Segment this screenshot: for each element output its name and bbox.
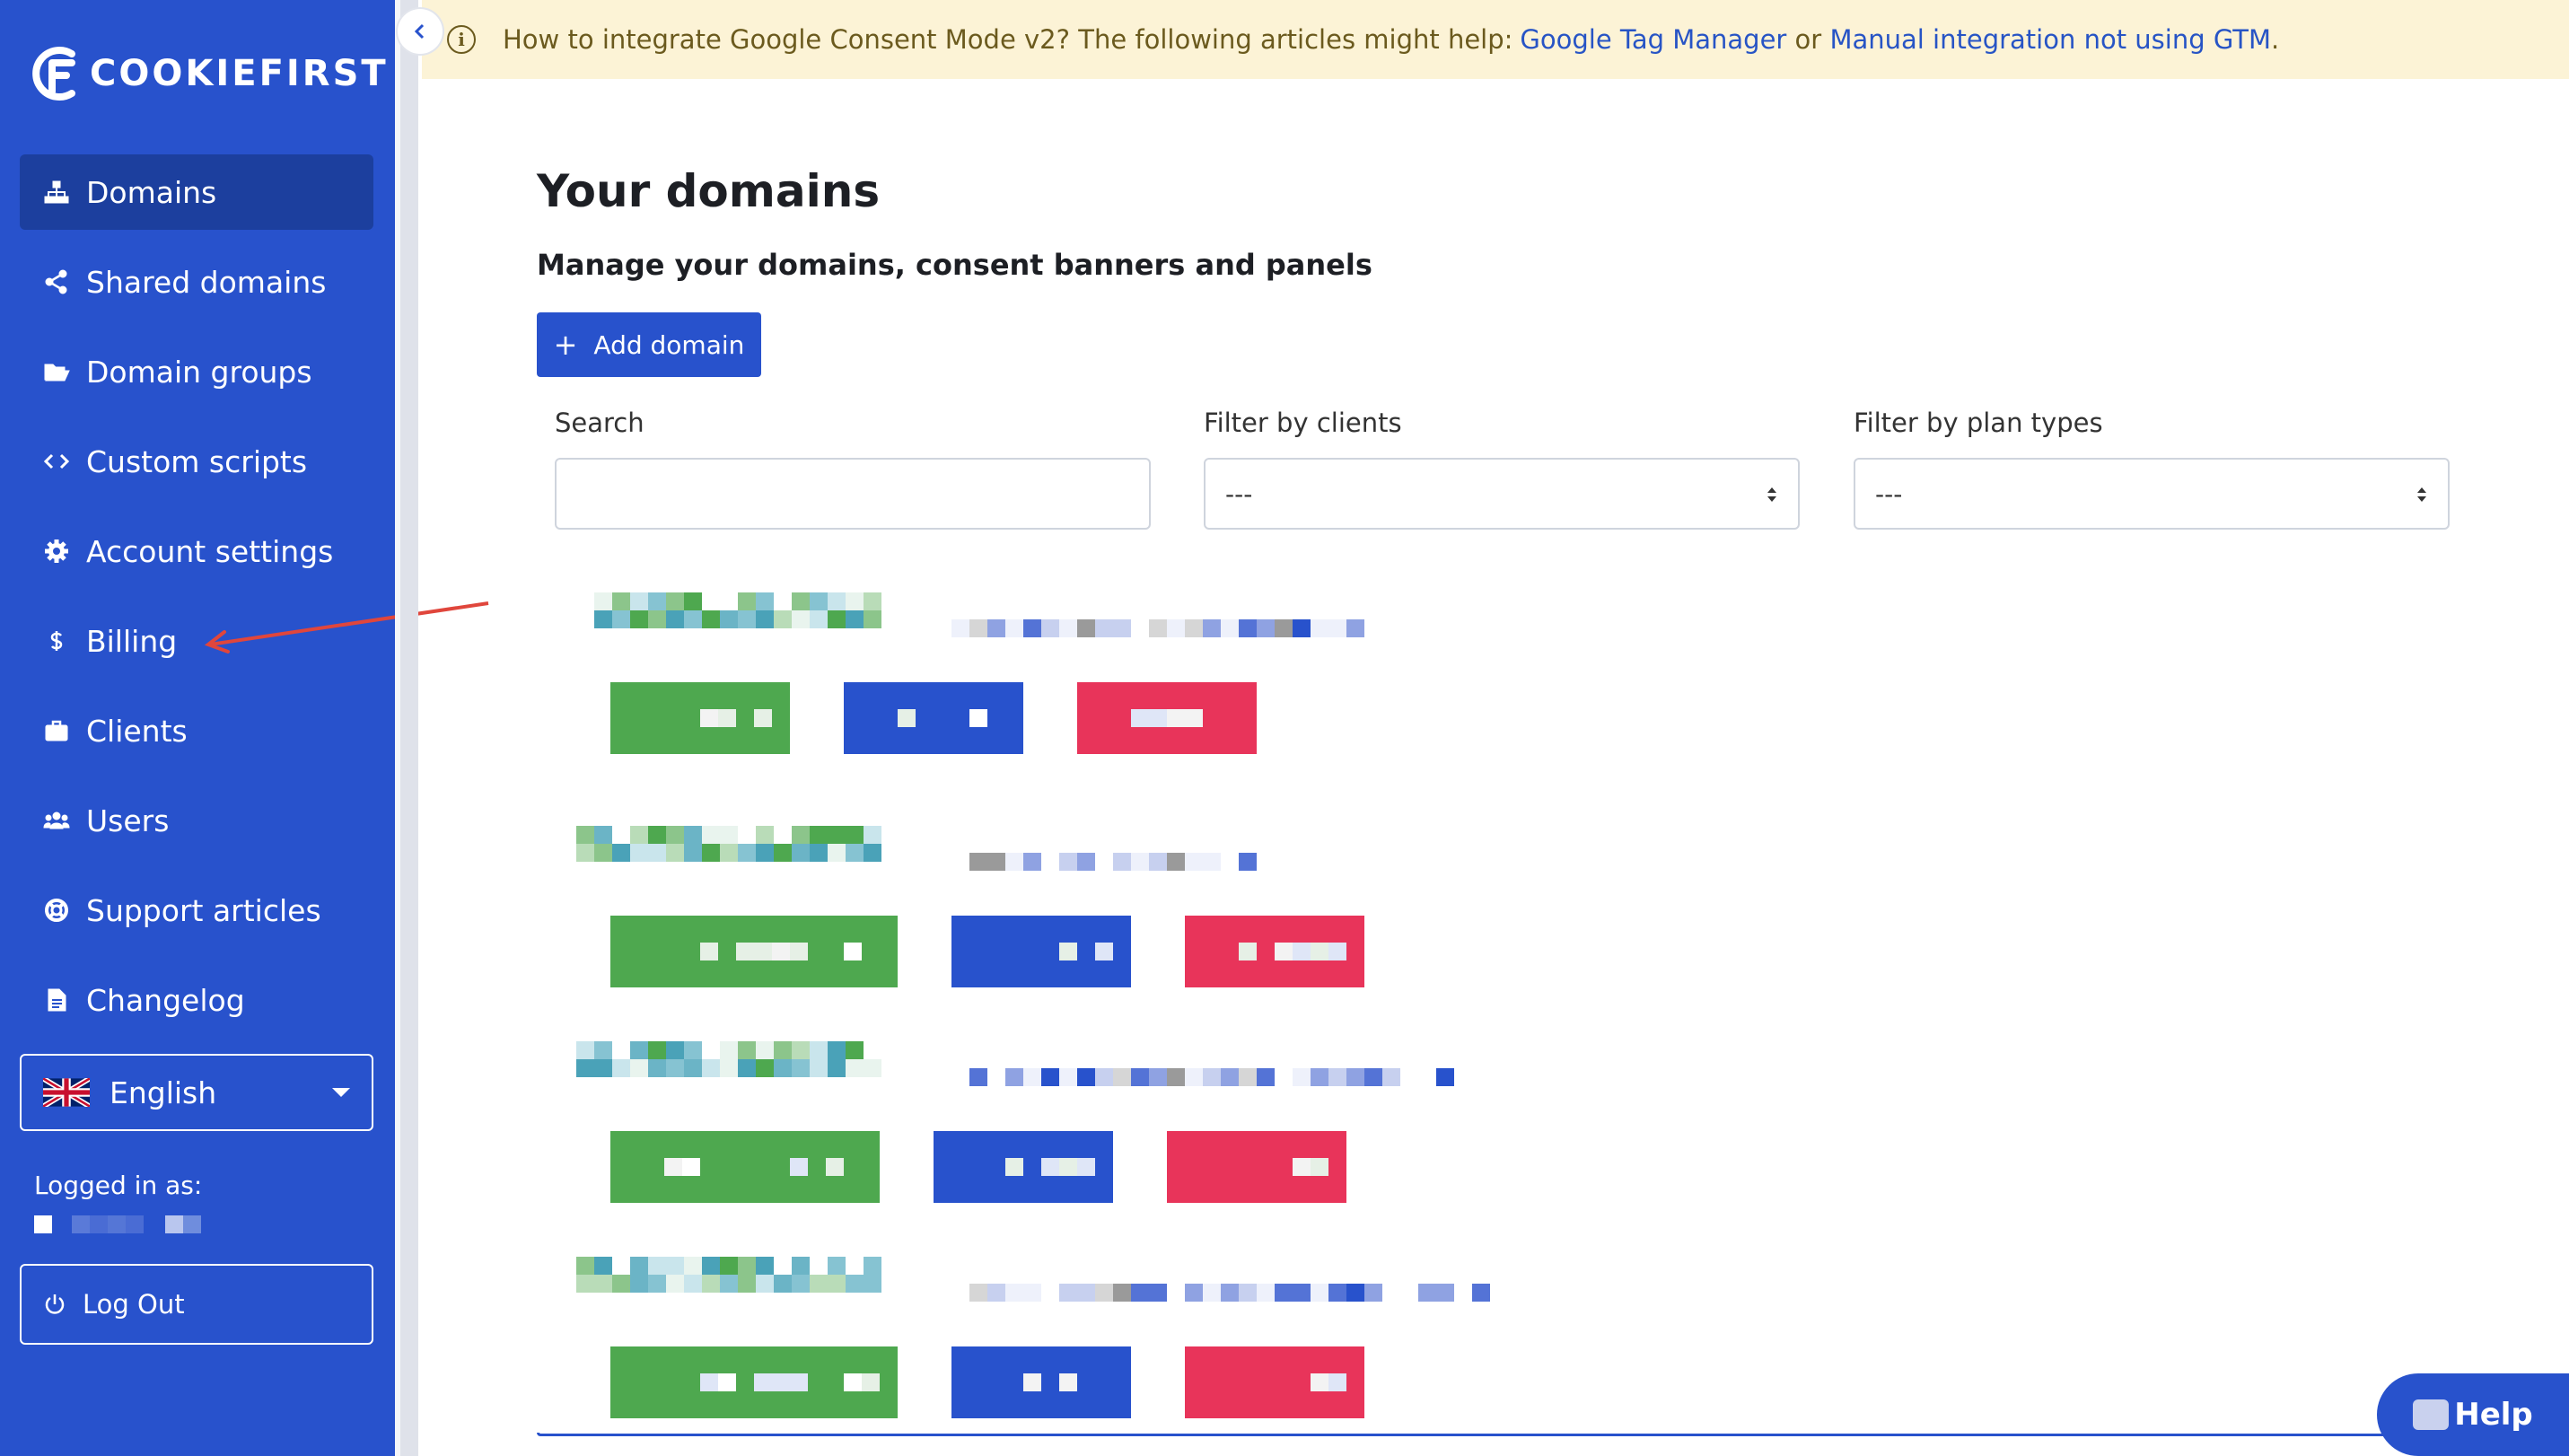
search-label: Search [555, 408, 644, 438]
collapse-sidebar-button[interactable] [398, 9, 443, 54]
plan-badge[interactable] [610, 682, 790, 754]
plan-badge[interactable] [610, 1131, 880, 1203]
banner-badge[interactable] [1077, 682, 1257, 754]
sidebar-item-shared-domains[interactable]: Shared domains [20, 244, 373, 320]
help-button[interactable]: Help [2377, 1373, 2569, 1456]
dollar-icon [41, 626, 72, 656]
filter-clients-select[interactable]: --- [1204, 458, 1800, 530]
add-domain-button[interactable]: + Add domain [537, 312, 761, 377]
list-border [537, 1433, 2422, 1436]
domain-name-redacted [576, 1275, 881, 1293]
domain-name-redacted [576, 844, 881, 862]
caret-down-icon [332, 1088, 350, 1097]
sidebar-item-changelog[interactable]: Changelog [20, 962, 373, 1038]
sitemap-icon [41, 177, 72, 207]
logged-in-label: Logged in as: [34, 1171, 203, 1200]
domain-url-redacted [969, 1068, 1454, 1086]
domain-name-redacted [594, 592, 881, 610]
sidebar-item-clients[interactable]: Clients [20, 693, 373, 768]
info-icon: i [447, 25, 476, 54]
filter-clients-label: Filter by clients [1204, 408, 1402, 438]
page-title: Your domains [537, 165, 881, 217]
sidebar-item-label: Billing [86, 623, 178, 659]
uk-flag-icon [43, 1078, 90, 1107]
notice-text: How to integrate Google Consent Mode v2?… [503, 24, 1513, 55]
status-badge[interactable] [934, 1131, 1113, 1203]
sidebar-item-label: Custom scripts [86, 443, 308, 479]
sort-caret-icon [1767, 487, 1776, 502]
sidebar-item-label: Domain groups [86, 354, 312, 390]
domain-url-redacted [951, 619, 1382, 637]
sidebar-divider [395, 0, 418, 1456]
help-label: Help [2454, 1397, 2533, 1433]
filter-plans-label: Filter by plan types [1854, 408, 2103, 438]
filter-clients-value: --- [1225, 478, 1253, 509]
status-badge[interactable] [844, 682, 1023, 754]
annotation-arrow [204, 601, 489, 653]
logout-label: Log Out [83, 1289, 185, 1320]
sidebar-item-label: Changelog [86, 982, 245, 1018]
plan-badge[interactable] [610, 916, 898, 987]
life-ring-icon [41, 895, 72, 925]
help-chat-icon [2413, 1399, 2450, 1430]
link-google-tag-manager[interactable]: Google Tag Manager [1520, 24, 1786, 55]
domain-name-redacted [576, 1059, 881, 1077]
sidebar-item-label: Clients [86, 713, 188, 749]
notice-end: . [2271, 24, 2280, 55]
chevron-left-icon [414, 23, 425, 39]
domain-url-redacted [969, 853, 1275, 871]
power-icon [45, 1294, 65, 1314]
folder-open-icon [41, 356, 72, 387]
sidebar-item-label: Support articles [86, 892, 321, 928]
gear-icon [41, 536, 72, 566]
sidebar-item-users[interactable]: Users [20, 783, 373, 858]
status-badge[interactable] [951, 1346, 1131, 1418]
domain-url-redacted [951, 1284, 1526, 1302]
plus-icon: + [553, 328, 578, 362]
domain-name-redacted [594, 610, 881, 628]
brand-name: COOKIEFIRST [90, 53, 389, 94]
add-domain-label: Add domain [593, 329, 745, 360]
domain-name-redacted [576, 826, 881, 844]
logged-in-user-redacted [34, 1215, 201, 1233]
filter-plans-value: --- [1875, 478, 1903, 509]
search-input[interactable] [576, 460, 1149, 528]
search-input-wrapper [555, 458, 1151, 530]
sidebar-item-label: Users [86, 803, 170, 838]
filter-plans-select[interactable]: --- [1854, 458, 2450, 530]
sidebar-item-custom-scripts[interactable]: Custom scripts [20, 424, 373, 499]
language-select[interactable]: English [20, 1054, 373, 1131]
domain-name-redacted [576, 1257, 881, 1275]
logout-button[interactable]: Log Out [20, 1264, 373, 1345]
plan-badge[interactable] [610, 1346, 898, 1418]
banner-badge[interactable] [1167, 1131, 1346, 1203]
sidebar-item-support-articles[interactable]: Support articles [20, 873, 373, 948]
notice-or: or [1786, 24, 1830, 55]
sidebar-item-domains[interactable]: Domains [20, 154, 373, 230]
users-icon [41, 805, 72, 836]
domain-name-redacted [576, 1041, 881, 1059]
sidebar-item-domain-groups[interactable]: Domain groups [20, 334, 373, 409]
cookiefirst-logo-icon [32, 47, 75, 101]
code-icon [41, 446, 72, 477]
sidebar-item-label: Shared domains [86, 264, 327, 300]
banner-badge[interactable] [1185, 916, 1364, 987]
sidebar-item-label: Account settings [86, 533, 334, 569]
page-subtitle: Manage your domains, consent banners and… [537, 248, 1372, 282]
share-icon [41, 267, 72, 297]
sidebar-item-label: Domains [86, 174, 217, 210]
language-label: English [110, 1074, 217, 1110]
link-manual-integration[interactable]: Manual integration not using GTM [1829, 24, 2271, 55]
sidebar: COOKIEFIRST Domains Shared domains Domai… [0, 0, 395, 1456]
briefcase-icon [41, 715, 72, 746]
sidebar-item-account-settings[interactable]: Account settings [20, 513, 373, 589]
status-badge[interactable] [951, 916, 1131, 987]
banner-badge[interactable] [1185, 1346, 1364, 1418]
file-icon [41, 985, 72, 1015]
cookiefirst-logo[interactable]: COOKIEFIRST [32, 43, 389, 104]
sort-caret-icon [2417, 487, 2426, 502]
consent-mode-notice: i How to integrate Google Consent Mode v… [422, 0, 2569, 79]
